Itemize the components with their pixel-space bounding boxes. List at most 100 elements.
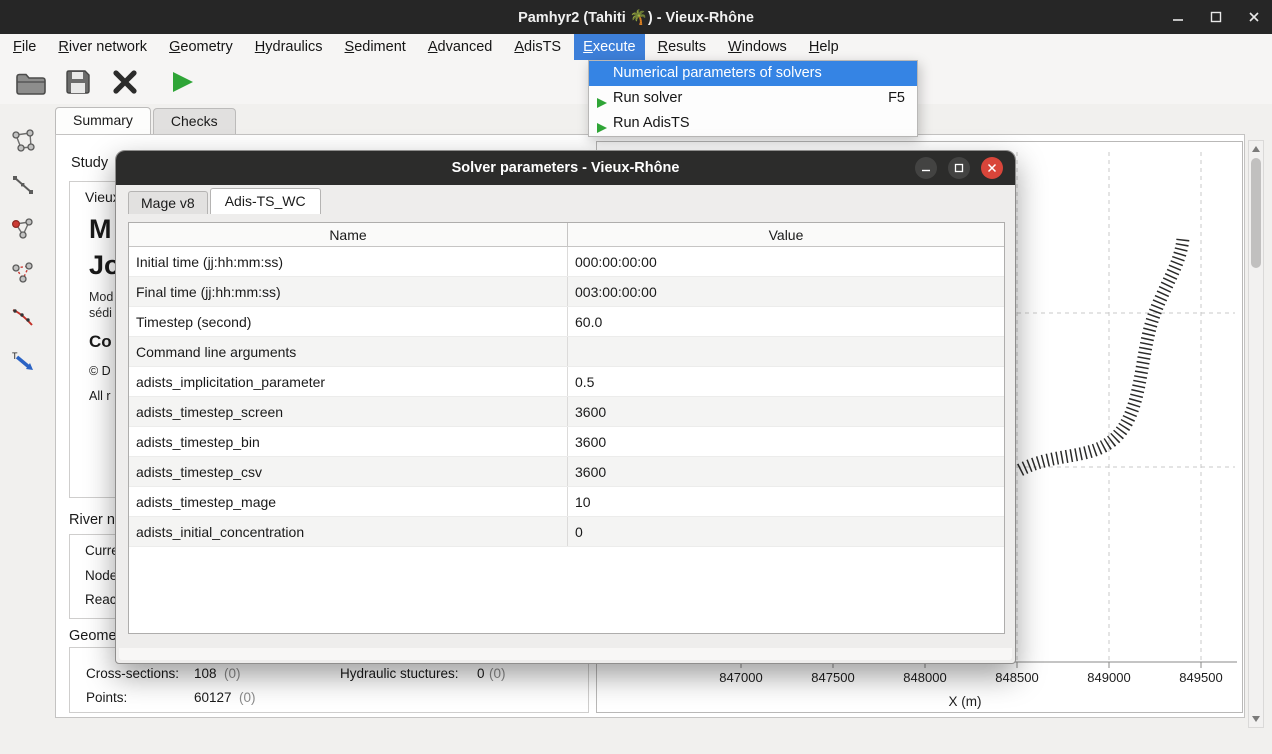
vertical-scrollbar[interactable] <box>1248 140 1264 728</box>
cross-sections-value: 108 <box>194 666 217 681</box>
dialog-minimize-icon[interactable] <box>915 157 937 179</box>
node-highlight-icon[interactable] <box>8 216 38 242</box>
x-tick-label: 848000 <box>903 670 946 685</box>
menu-geometry[interactable]: Geometry <box>160 34 242 60</box>
dialog-maximize-icon[interactable] <box>948 157 970 179</box>
scroll-down-icon[interactable] <box>1249 712 1263 726</box>
menubar: File River network Geometry Hydraulics S… <box>0 34 1272 60</box>
dialog-close-icon[interactable] <box>981 157 1003 179</box>
table-body: Initial time (jj:hh:mm:ss) 000:00:00:00 … <box>129 247 1004 547</box>
param-name-cell: Timestep (second) <box>129 307 568 336</box>
param-row[interactable]: Initial time (jj:hh:mm:ss) 000:00:00:00 <box>129 247 1004 277</box>
tab-mage-v8[interactable]: Mage v8 <box>128 191 208 214</box>
dialog-controls <box>915 157 1003 179</box>
points-extra: (0) <box>239 690 256 705</box>
tab-adis-ts-wc[interactable]: Adis-TS_WC <box>210 188 321 214</box>
param-row[interactable]: adists_timestep_csv 3600 <box>129 457 1004 487</box>
menu-execute[interactable]: Execute <box>574 34 644 60</box>
river-field-2: Node <box>85 568 117 583</box>
param-row[interactable]: adists_initial_concentration 0 <box>129 517 1004 547</box>
param-row[interactable]: Command line arguments <box>129 337 1004 367</box>
menu-hydraulics[interactable]: Hydraulics <box>246 34 332 60</box>
param-name-cell: Final time (jj:hh:mm:ss) <box>129 277 568 306</box>
side-toolbar: T <box>8 120 42 374</box>
param-row[interactable]: Timestep (second) 60.0 <box>129 307 1004 337</box>
solver-tabbar: Mage v8 Adis-TS_WC <box>128 188 321 214</box>
param-row[interactable]: adists_implicitation_parameter 0.5 <box>129 367 1004 397</box>
scroll-up-icon[interactable] <box>1249 142 1263 156</box>
menu-item-shortcut: F5 <box>888 86 905 111</box>
dialog-title: Solver parameters - Vieux-Rhône <box>452 160 680 176</box>
menu-item-label: Run AdisTS <box>613 115 690 131</box>
column-header-value[interactable]: Value <box>568 223 1004 246</box>
open-folder-icon[interactable] <box>14 66 48 98</box>
reach-dashed-icon[interactable] <box>8 260 38 286</box>
menu-advanced[interactable]: Advanced <box>419 34 502 60</box>
menu-item-label: Numerical parameters of solvers <box>613 65 822 81</box>
play-icon <box>596 93 608 105</box>
geometry-section-label: Geome <box>69 628 117 644</box>
hydraulic-structures-value: 0 <box>477 666 485 681</box>
menu-help[interactable]: Help <box>800 34 848 60</box>
study-section-label: Study <box>71 155 108 171</box>
param-value-cell[interactable]: 60.0 <box>568 307 1004 336</box>
param-value-cell[interactable]: 003:00:00:00 <box>568 277 1004 306</box>
menu-windows[interactable]: Windows <box>719 34 796 60</box>
x-tick-label: 848500 <box>995 670 1038 685</box>
tab-checks[interactable]: Checks <box>153 108 236 134</box>
network-nodes-icon[interactable] <box>8 128 38 154</box>
dialog-titlebar[interactable]: Solver parameters - Vieux-Rhône <box>116 151 1015 185</box>
close-icon[interactable] <box>1246 9 1262 25</box>
param-value-cell[interactable] <box>568 337 1004 366</box>
hydraulic-structures-extra: (0) <box>489 666 506 681</box>
x-axis-label: X (m) <box>949 694 982 709</box>
window-titlebar: Pamhyr2 (Tahiti 🌴) - Vieux-Rhône <box>0 0 1272 34</box>
param-value-cell[interactable]: 10 <box>568 487 1004 516</box>
run-icon[interactable] <box>165 66 199 98</box>
hydraulic-structures-label: Hydraulic stuctures: <box>340 666 459 681</box>
param-value-cell[interactable]: 0.5 <box>568 367 1004 396</box>
reach-line-icon[interactable] <box>8 172 38 198</box>
param-row[interactable]: adists_timestep_bin 3600 <box>129 427 1004 457</box>
tab-summary[interactable]: Summary <box>55 107 151 134</box>
param-row[interactable]: adists_timestep_screen 3600 <box>129 397 1004 427</box>
river-field-1: Curre <box>85 543 119 558</box>
study-heading-line1: M <box>89 214 112 245</box>
maximize-icon[interactable] <box>1208 9 1224 25</box>
menu-adists[interactable]: AdisTS <box>505 34 570 60</box>
window-controls <box>1170 0 1262 34</box>
param-row[interactable]: adists_timestep_mage 10 <box>129 487 1004 517</box>
cross-sections-extra: (0) <box>224 666 241 681</box>
river-channel-path <box>1020 238 1183 470</box>
menu-river-network[interactable]: River network <box>49 34 156 60</box>
view-tabbar: Summary Checks <box>55 107 236 134</box>
menu-file[interactable]: File <box>4 34 45 60</box>
param-name-cell: Command line arguments <box>129 337 568 366</box>
minimize-icon[interactable] <box>1170 9 1186 25</box>
profile-slope-icon[interactable] <box>8 304 38 330</box>
menu-item-run-adists[interactable]: Run AdisTS <box>589 111 917 136</box>
rights-line: All r <box>89 389 111 403</box>
param-row[interactable]: Final time (jj:hh:mm:ss) 003:00:00:00 <box>129 277 1004 307</box>
copyright-line: © D <box>89 364 111 378</box>
save-icon[interactable] <box>61 66 95 98</box>
menu-item-run-solver[interactable]: Run solver F5 <box>589 86 917 111</box>
param-value-cell[interactable]: 3600 <box>568 427 1004 456</box>
menu-item-numerical-parameters[interactable]: Numerical parameters of solvers <box>589 61 917 86</box>
menu-sediment[interactable]: Sediment <box>336 34 415 60</box>
transport-arrow-icon[interactable]: T <box>8 348 38 374</box>
param-value-cell[interactable]: 3600 <box>568 397 1004 426</box>
table-header-row: Name Value <box>129 223 1004 247</box>
param-value-cell[interactable]: 3600 <box>568 457 1004 486</box>
menu-results[interactable]: Results <box>649 34 715 60</box>
param-value-cell[interactable]: 000:00:00:00 <box>568 247 1004 276</box>
play-icon <box>596 118 608 130</box>
param-name-cell: adists_implicitation_parameter <box>129 367 568 396</box>
column-header-name[interactable]: Name <box>129 223 568 246</box>
param-value-cell[interactable]: 0 <box>568 517 1004 546</box>
scrollbar-thumb[interactable] <box>1251 158 1261 268</box>
param-name-cell: adists_initial_concentration <box>129 517 568 546</box>
points-label: Points: <box>86 690 127 705</box>
delete-icon[interactable] <box>108 66 142 98</box>
param-name-cell: adists_timestep_csv <box>129 457 568 486</box>
